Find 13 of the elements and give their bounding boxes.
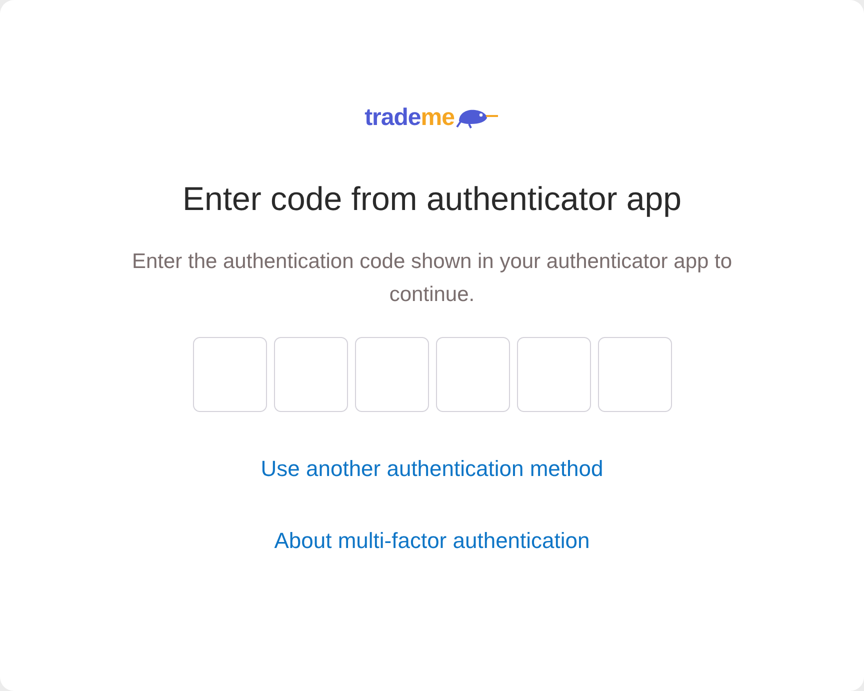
code-digit-field[interactable]	[436, 337, 510, 412]
kiwi-icon	[455, 107, 500, 129]
text-link[interactable]: About multi-factor authentication	[274, 524, 590, 558]
code-digit-field[interactable]	[354, 337, 428, 412]
logo-text: trade	[364, 106, 421, 130]
page-title: Enter code from authenticator app	[182, 182, 682, 215]
code-digit-field[interactable]	[274, 337, 348, 412]
text-link[interactable]: Use another authentication method	[260, 452, 604, 486]
description-text: Enter the authentication code shown in your authenticator app to continue.	[130, 249, 734, 308]
code-digit-field[interactable]	[598, 337, 672, 412]
logo-text: me	[420, 106, 454, 130]
code-digit-field[interactable]	[516, 337, 590, 412]
code-digit-field[interactable]	[192, 337, 266, 412]
